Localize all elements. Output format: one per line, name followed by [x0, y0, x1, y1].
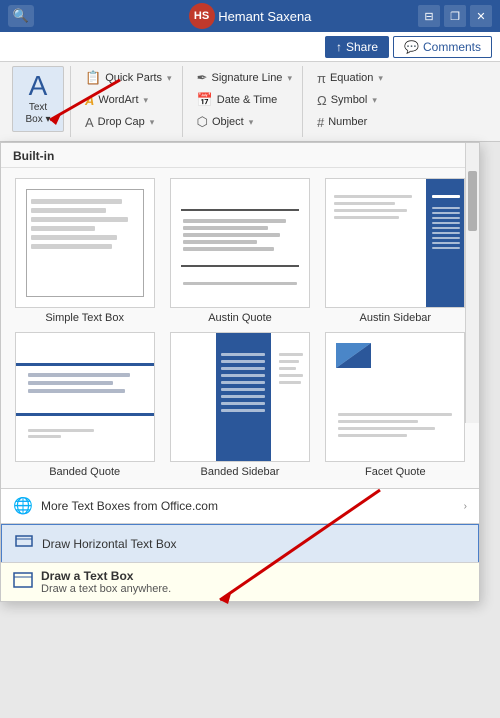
template-banded-sidebar[interactable]: Banded Sidebar [166, 332, 313, 478]
text-box-dropdown: Built-in Simple Text Box [0, 142, 480, 602]
template-label-banded-quote: Banded Quote [49, 466, 120, 478]
number-button[interactable]: # Number [313, 112, 387, 132]
template-austin-quote[interactable]: Austin Quote [166, 178, 313, 324]
draw-horizontal-icon [14, 532, 34, 555]
avatar: HS [189, 3, 215, 29]
symbol-button[interactable]: Ω Symbol ▾ [313, 90, 387, 110]
template-thumb-austin [170, 178, 310, 308]
ribbon: A TextBox ▾ 📋 Quick Parts ▾ A WordArt ▾ … [0, 62, 500, 142]
share-button[interactable]: ↑ Share [325, 36, 389, 58]
signature-line-button[interactable]: ✒ Signature Line ▾ [193, 68, 296, 88]
object-button[interactable]: ⬡ Object ▾ [193, 112, 296, 132]
maximize-button[interactable]: ❐ [444, 5, 466, 27]
template-label-banded-sidebar: Banded Sidebar [201, 466, 280, 478]
wordart-icon: A [85, 93, 94, 108]
tooltip-content: Draw a Text Box Draw a text box anywhere… [41, 569, 171, 595]
template-label-simple: Simple Text Box [45, 312, 124, 324]
object-icon: ⬡ [197, 114, 208, 130]
template-label-austin-sidebar: Austin Sidebar [360, 312, 432, 324]
title-bar: 🔍 HS Hemant Saxena ⊟ ❐ ✕ [0, 0, 500, 32]
minimize-button[interactable]: ⊟ [418, 5, 440, 27]
date-time-button[interactable]: 📅 Date & Time [193, 90, 296, 110]
tooltip-icon [13, 570, 33, 595]
ribbon-small-group-1: 📋 Quick Parts ▾ A WordArt ▾ A Drop Cap ▾ [81, 66, 176, 132]
tooltip-box: Draw a Text Box Draw a text box anywhere… [1, 562, 479, 601]
text-box-icon: A [29, 72, 48, 100]
template-facet-quote[interactable]: Facet Quote [322, 332, 469, 478]
template-label-austin-quote: Austin Quote [208, 312, 272, 324]
comments-icon: 💬 [404, 40, 419, 54]
ribbon-sig-group: ✒ Signature Line ▾ 📅 Date & Time ⬡ Objec… [187, 66, 303, 137]
quick-parts-button[interactable]: 📋 Quick Parts ▾ [81, 68, 176, 88]
more-text-boxes-button[interactable]: 🌐 More Text Boxes from Office.com › [1, 489, 479, 523]
text-box-button[interactable]: A TextBox ▾ [12, 66, 64, 132]
template-thumb-facet-quote [325, 332, 465, 462]
template-thumb-simple [15, 178, 155, 308]
action-bar: ↑ Share 💬 Comments [0, 32, 500, 62]
tooltip-title: Draw a Text Box [41, 569, 171, 583]
equation-button[interactable]: π Equation ▾ [313, 68, 387, 88]
dropdown-scrollbar[interactable] [465, 143, 479, 423]
ribbon-small-group-3: π Equation ▾ Ω Symbol ▾ # Number [313, 66, 387, 132]
user-name: Hemant Saxena [218, 9, 311, 24]
ribbon-text-group: 📋 Quick Parts ▾ A WordArt ▾ A Drop Cap ▾ [75, 66, 183, 137]
calendar-icon: 📅 [197, 92, 213, 108]
ribbon-small-group-2: ✒ Signature Line ▾ 📅 Date & Time ⬡ Objec… [193, 66, 296, 132]
drop-cap-icon: A [85, 115, 94, 130]
template-simple-text-box[interactable]: Simple Text Box [11, 178, 158, 324]
template-label-facet-quote: Facet Quote [365, 466, 426, 478]
template-thumb-banded-quote [15, 332, 155, 462]
templates-grid: Simple Text Box Austin Quote [1, 168, 479, 488]
equation-icon: π [317, 71, 326, 86]
comments-button[interactable]: 💬 Comments [393, 36, 492, 58]
draw-horizontal-text-box-button[interactable]: Draw Horizontal Text Box [1, 524, 479, 563]
number-icon: # [317, 115, 324, 130]
search-icon[interactable]: 🔍 [8, 5, 34, 27]
drop-cap-button[interactable]: A Drop Cap ▾ [81, 112, 176, 132]
title-bar-left: 🔍 [8, 5, 34, 27]
template-thumb-banded-sidebar [170, 332, 310, 462]
symbol-icon: Ω [317, 93, 327, 108]
web-icon: 🌐 [13, 496, 33, 516]
title-bar-controls: ⊟ ❐ ✕ [418, 5, 492, 27]
tooltip-description: Draw a text box anywhere. [41, 583, 171, 595]
template-banded-quote[interactable]: Banded Quote [11, 332, 158, 478]
template-thumb-austin-sidebar [325, 178, 465, 308]
ribbon-insert-group: A TextBox ▾ [6, 66, 71, 137]
arrow-icon: › [464, 501, 467, 512]
dropdown-header: Built-in [1, 143, 479, 168]
wordart-button[interactable]: A WordArt ▾ [81, 90, 176, 110]
close-button[interactable]: ✕ [470, 5, 492, 27]
ribbon-math-group: π Equation ▾ Ω Symbol ▾ # Number [307, 66, 393, 137]
template-austin-sidebar[interactable]: Austin Sidebar [322, 178, 469, 324]
quick-parts-icon: 📋 [85, 70, 101, 86]
signature-icon: ✒ [197, 70, 208, 86]
scroll-thumb [468, 171, 477, 231]
share-icon: ↑ [336, 40, 342, 54]
